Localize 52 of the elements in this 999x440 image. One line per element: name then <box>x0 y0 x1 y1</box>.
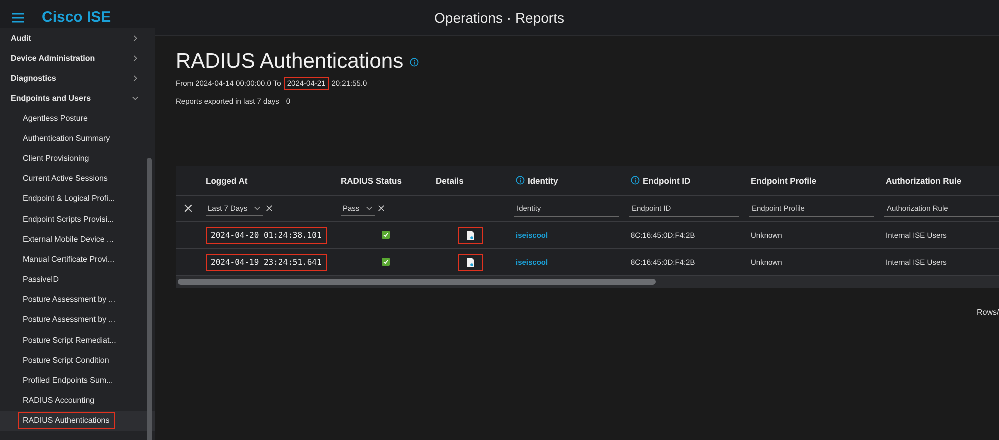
sidebar-item[interactable]: Manual Certificate Provi... <box>0 249 155 270</box>
sidebar-group[interactable]: Diagnostics <box>0 68 155 88</box>
chevron-icon <box>132 74 139 82</box>
close-icon[interactable] <box>378 205 385 212</box>
sidebar-item[interactable]: Client Provisioning <box>0 148 155 169</box>
document-icon <box>467 230 474 240</box>
sidebar-item[interactable]: Current Active Sessions <box>0 168 155 189</box>
sidebar-group[interactable]: Audit <box>0 28 155 48</box>
sidebar-group[interactable]: Endpoints and Users <box>0 88 155 108</box>
sidebar-item[interactable]: RADIUS Authentications <box>0 410 155 431</box>
column-header[interactable]: Authorization Rule <box>880 176 999 186</box>
scrollbar-thumb[interactable] <box>147 158 152 440</box>
column-header[interactable]: Identity <box>510 176 625 186</box>
chevron-icon <box>366 204 373 212</box>
sidebar-item[interactable]: External Mobile Device ... <box>0 229 155 250</box>
details-link[interactable] <box>458 254 483 270</box>
info-icon[interactable] <box>631 176 640 185</box>
close-icon[interactable] <box>184 204 192 213</box>
column-header[interactable]: Endpoint ID <box>625 176 745 186</box>
report-title: RADIUS Authentications <box>176 50 404 74</box>
sidebar-item[interactable]: Posture Assessment by ... <box>0 310 155 330</box>
sidebar-item[interactable]: Posture Script Condition <box>0 350 155 370</box>
brand-logo: Cisco ISE <box>42 9 112 26</box>
chevron-icon <box>132 94 139 102</box>
sidebar-item[interactable]: Posture Assessment by ... <box>0 290 155 310</box>
chevron-icon <box>254 204 261 212</box>
document-icon <box>467 258 474 266</box>
column-header[interactable]: Details <box>430 176 510 186</box>
menu-icon[interactable] <box>12 12 24 22</box>
chevron-icon <box>132 34 139 42</box>
sidebar-item[interactable]: Endpoint & Logical Profi... <box>0 188 155 209</box>
page-title: Operations · Reports <box>434 10 566 26</box>
info-icon[interactable] <box>410 58 419 66</box>
table-cell: 2024-04-20 01:24:38.101 <box>206 226 327 244</box>
column-header[interactable]: Logged At <box>200 176 335 186</box>
horizontal-scrollbar[interactable] <box>176 276 999 288</box>
sidebar-item[interactable]: PassiveID <box>0 270 155 290</box>
rows-label: Rows/ <box>977 308 999 317</box>
sidebar-item[interactable]: Authentication Summary <box>0 128 155 148</box>
chevron-icon <box>132 54 139 62</box>
column-header[interactable]: Endpoint Profile <box>745 176 880 186</box>
sidebar-item[interactable]: RADIUS Accounting <box>0 390 155 411</box>
details-link[interactable] <box>458 226 483 244</box>
info-icon[interactable] <box>516 176 525 185</box>
sidebar-item[interactable]: Posture Script Remediat... <box>0 330 155 350</box>
sidebar-item[interactable]: Endpoint Scripts Provisi... <box>0 208 155 230</box>
table-cell: 2024-04-19 23:24:51.641 <box>206 254 327 270</box>
sidebar-group[interactable]: Device Administration <box>0 48 155 68</box>
sidebar-item[interactable]: Agentless Posture <box>0 108 155 128</box>
close-icon[interactable] <box>266 205 273 212</box>
column-header[interactable]: RADIUS Status <box>335 176 430 186</box>
sidebar-item[interactable]: Profiled Endpoints Sum... <box>0 370 155 391</box>
